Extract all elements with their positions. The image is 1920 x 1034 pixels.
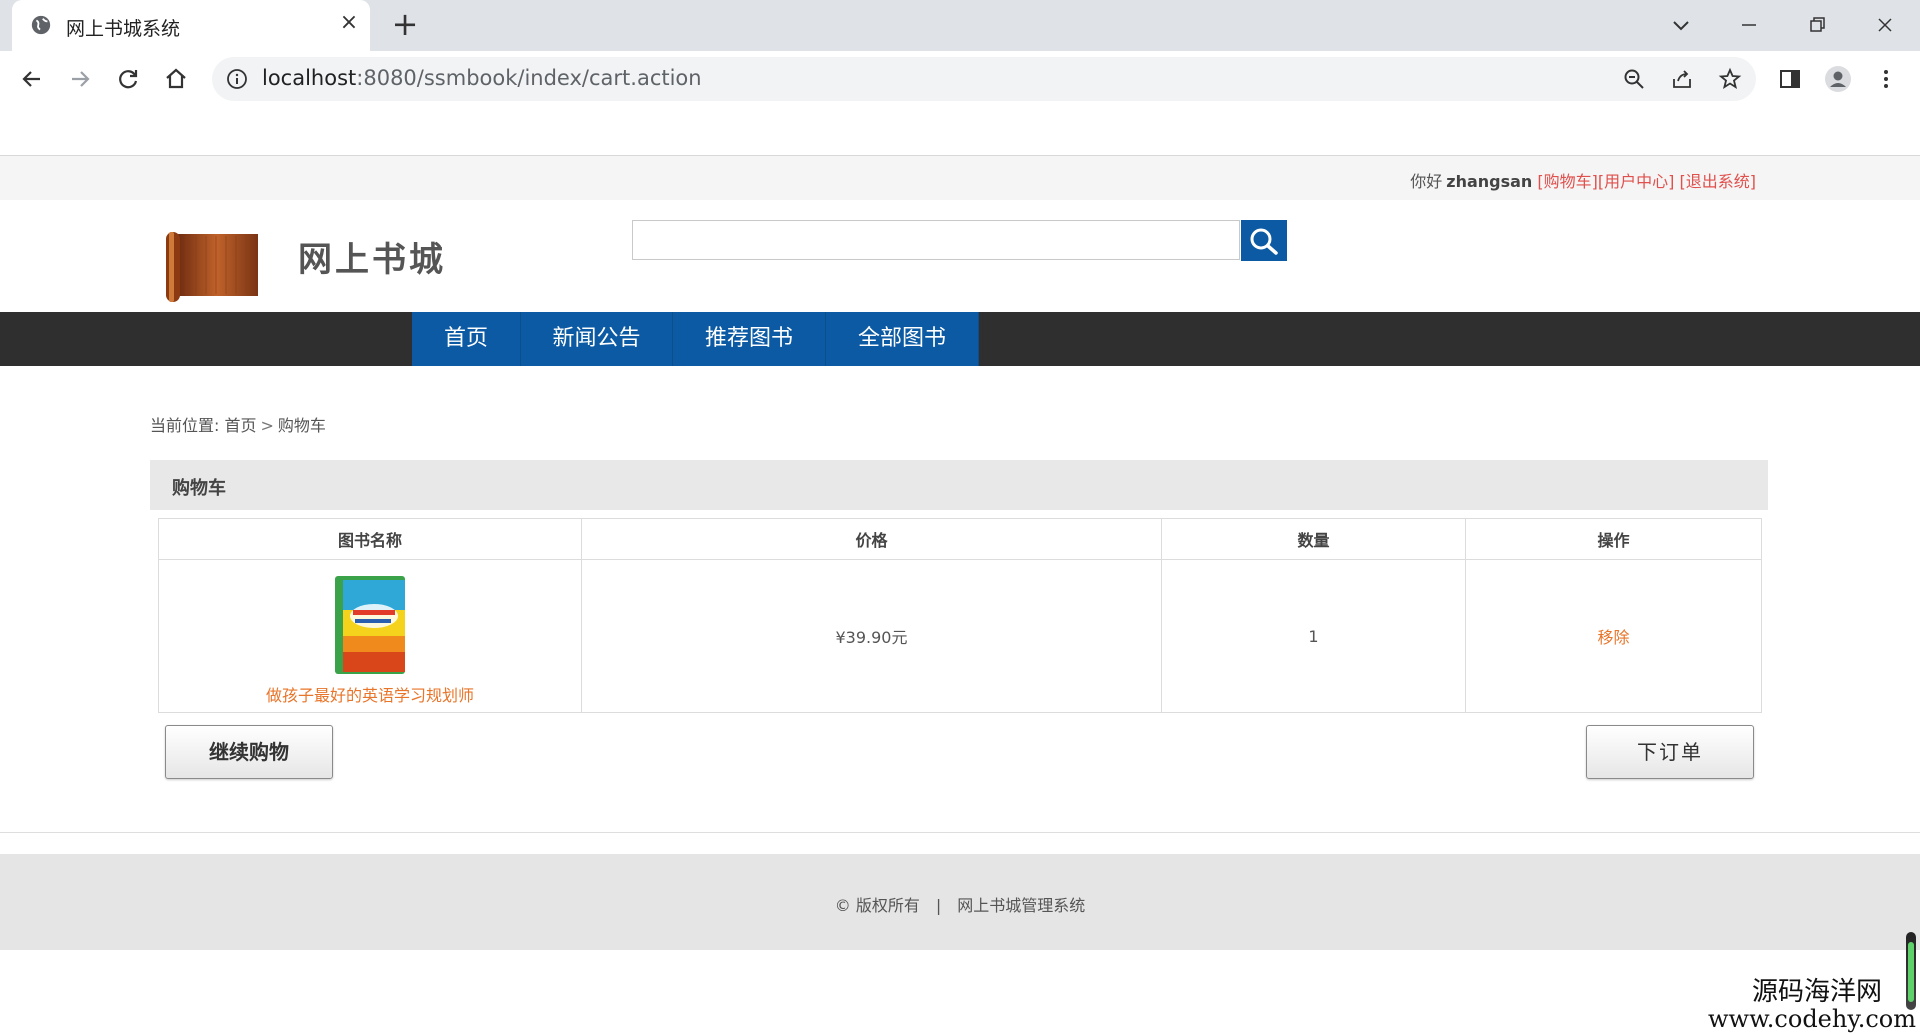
profile-avatar-icon[interactable] — [1824, 65, 1852, 93]
globe-icon — [31, 15, 51, 35]
forward-arrow-icon[interactable] — [66, 65, 94, 93]
table-header-row: 图书名称 价格 数量 操作 — [158, 518, 1762, 560]
watermark-line2: www.codehy.com — [1708, 1005, 1916, 1033]
table-row: 做孩子最好的英语学习规划师 ¥39.90元 1 移除 — [158, 559, 1762, 713]
chevron-down-icon[interactable] — [1666, 10, 1696, 40]
nav-item-home[interactable]: 首页 — [412, 312, 521, 366]
user-center-link[interactable]: [用户中心] — [1598, 172, 1675, 191]
web-page: 你好 zhangsan [购物车][用户中心] [退出系统] 网上书城 首页 新… — [0, 156, 1920, 1034]
browser-tab-strip: 网上书城系统 × + — [0, 0, 1920, 51]
window-close-icon[interactable] — [1870, 10, 1900, 40]
watermark-scroll-graphic — [1906, 932, 1916, 1010]
action-cell: 移除 — [1465, 559, 1762, 713]
search-button[interactable] — [1241, 220, 1287, 261]
copyright-text: © 版权所有 — [834, 896, 920, 915]
cart-table: 图书名称 价格 数量 操作 做孩子最好的英语学习规划师 ¥39.90元 1 移除 — [158, 518, 1762, 713]
quantity-cell: 1 — [1161, 559, 1466, 713]
home-icon[interactable] — [162, 65, 190, 93]
cart-panel-header: 购物车 — [150, 460, 1768, 510]
footer-divider — [0, 832, 1920, 833]
user-toolbar: 你好 zhangsan [购物车][用户中心] [退出系统] — [0, 156, 1920, 200]
breadcrumb-current: 购物车 — [277, 416, 326, 435]
search-icon — [1250, 228, 1278, 255]
watermark-line1: 源码海洋网 — [1751, 977, 1882, 1007]
breadcrumb-home[interactable]: 首页 — [225, 416, 257, 435]
site-logo-scroll-icon[interactable] — [162, 228, 262, 304]
footer: © 版权所有 | 网上书城管理系统 — [0, 854, 1920, 950]
logout-link[interactable]: [退出系统] — [1680, 172, 1757, 191]
price-cell: ¥39.90元 — [581, 559, 1162, 713]
site-title[interactable]: 网上书城 — [298, 232, 446, 281]
book-cell: 做孩子最好的英语学习规划师 — [158, 559, 582, 713]
menu-dots-icon[interactable] — [1872, 65, 1900, 93]
book-name-link[interactable]: 做孩子最好的英语学习规划师 — [160, 682, 580, 706]
zoom-icon[interactable] — [1622, 67, 1646, 91]
nav-item-recommended[interactable]: 推荐图书 — [673, 312, 826, 366]
welcome-area: 你好 zhangsan [购物车][用户中心] [退出系统] — [1410, 168, 1756, 192]
footer-separator: | — [935, 896, 942, 915]
breadcrumb: 当前位置: 首页 > 购物车 — [150, 412, 326, 436]
url-text[interactable]: localhost:8080/ssmbook/index/cart.action — [262, 66, 702, 90]
system-name: 网上书城管理系统 — [957, 896, 1086, 915]
breadcrumb-separator: > — [260, 416, 274, 435]
greeting-text: 你好 — [1410, 172, 1443, 191]
restore-icon[interactable] — [1802, 10, 1832, 40]
minimize-icon[interactable] — [1734, 10, 1764, 40]
continue-shopping-button[interactable]: 继续购物 — [165, 725, 333, 779]
username: zhangsan — [1446, 172, 1533, 191]
breadcrumb-prefix: 当前位置: — [150, 416, 220, 435]
column-header-book-name: 图书名称 — [158, 518, 582, 560]
url-path: :8080/ssmbook/index/cart.action — [356, 66, 702, 90]
cart-link[interactable]: [购物车] — [1537, 172, 1598, 191]
share-icon[interactable] — [1670, 67, 1694, 91]
star-icon[interactable] — [1718, 67, 1742, 91]
place-order-button[interactable]: 下订单 — [1586, 725, 1754, 779]
search-input[interactable] — [632, 220, 1240, 260]
nav-item-all-books[interactable]: 全部图书 — [826, 312, 979, 366]
browser-tab[interactable]: 网上书城系统 × — [12, 0, 370, 51]
tab-title: 网上书城系统 — [66, 18, 181, 40]
url-host: localhost — [262, 66, 357, 90]
browser-toolbar: localhost:8080/ssmbook/index/cart.action — [0, 51, 1920, 156]
info-icon[interactable] — [226, 68, 248, 90]
new-tab-icon[interactable]: + — [390, 8, 420, 40]
column-header-action: 操作 — [1465, 518, 1762, 560]
close-icon[interactable]: × — [338, 12, 360, 34]
book-cover-image[interactable] — [335, 576, 405, 674]
remove-link[interactable]: 移除 — [1597, 628, 1629, 647]
watermark: 源码海洋网 www.codehy.com — [1708, 978, 1916, 1032]
side-panel-icon[interactable] — [1776, 65, 1804, 93]
cart-panel-title: 购物车 — [172, 478, 226, 499]
footer-copyright: © 版权所有 | 网上书城管理系统 — [0, 892, 1920, 916]
reload-icon[interactable] — [114, 65, 142, 93]
back-arrow-icon[interactable] — [18, 65, 46, 93]
column-header-price: 价格 — [581, 518, 1162, 560]
main-nav: 首页 新闻公告 推荐图书 全部图书 — [0, 312, 1920, 366]
column-header-quantity: 数量 — [1161, 518, 1466, 560]
address-bar[interactable]: localhost:8080/ssmbook/index/cart.action — [212, 57, 1756, 101]
nav-item-news[interactable]: 新闻公告 — [521, 312, 673, 366]
